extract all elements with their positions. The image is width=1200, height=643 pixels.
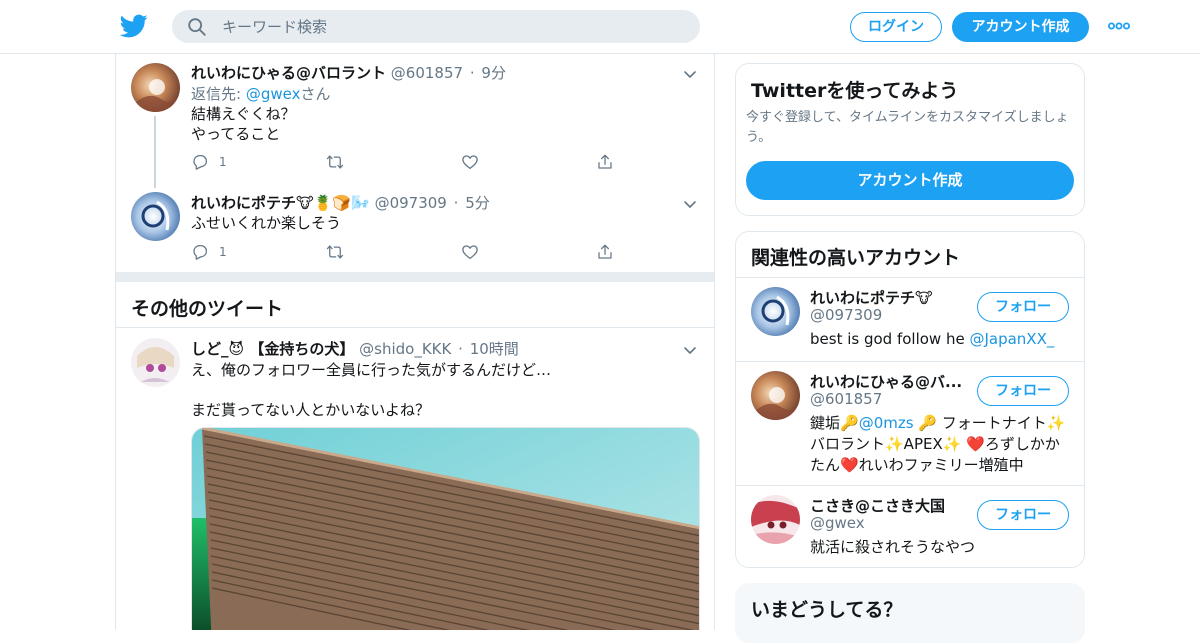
separator-dot: · [453,194,459,212]
chevron-down-icon[interactable] [682,196,698,212]
bio-text: best is god follow he [810,330,970,348]
tweet-text: え、俺のフォロワー全員に行った気がするんだけど… まだ貰ってない人とかいないよね… [191,361,552,419]
search-input[interactable] [222,10,682,43]
more-dots-icon[interactable] [1108,18,1130,34]
reply-icon [193,244,208,260]
avatar[interactable] [131,192,180,241]
timestamp[interactable]: 9分 [481,64,506,82]
search-box [172,10,700,43]
tweet[interactable]: れいわにポテチ🐮🍍🍞🌬️ @097309 · 5分 ふせいくれか楽しそう 1 [116,184,714,272]
related-accounts-title: 関連性の高いアカウント [751,247,961,269]
tweet-text: 結構えぐくね？ やってること [191,105,296,143]
heart-icon [462,245,478,260]
account-bio: 就活に殺されそうなやつ [810,538,976,556]
signup-card: Twitterを使ってみよう 今すぐ登録して、タイムラインをカスタマイズしましょ… [735,63,1085,216]
username[interactable]: @shido_KKK [359,340,451,358]
display-name[interactable]: しど_😈 【金持ちの犬】 [191,340,354,358]
reply-action[interactable]: 1 [191,152,227,172]
like-action[interactable] [461,152,489,172]
tweet[interactable]: れいわにひゃる@バロラント @601857 · 9分 返信先: @gwexさん … [116,54,714,188]
account-name[interactable]: こさき@こさき大国 [810,495,970,516]
section-gap [116,272,714,282]
share-icon [598,154,612,169]
related-account[interactable]: れいわにポテチ🐮 @097309 フォロー best is god follow… [736,277,1084,361]
retweet-icon [326,245,344,259]
reply-mention-link[interactable]: @gwex [246,85,301,103]
username[interactable]: @601857 [391,64,463,82]
reply-context: 返信先: @gwexさん [191,83,330,104]
avatar[interactable] [751,287,800,336]
login-button[interactable]: ログイン [850,12,942,42]
chevron-down-icon[interactable] [682,66,698,82]
retweet-icon [326,155,344,169]
thread-connector [154,116,156,188]
separator-dot: · [458,340,463,358]
account-handle[interactable]: @097309 [810,306,882,324]
account-bio: 鍵垢🔑@0mzs 🔑 フォートナイト✨バロラント✨APEX✨ ❤️ろずしかかたん… [810,413,1072,476]
signup-card-subtitle: 今すぐ登録して、タイムラインをカスタマイズしましょう。 [746,110,1069,145]
bio-mention-link[interactable]: @JapanXX_ [969,330,1054,348]
trends-title: いまどうしてる？ [751,599,903,621]
avatar[interactable] [751,495,800,544]
follow-button[interactable]: フォロー [977,376,1069,406]
related-account[interactable]: こさき@こさき大国 @gwex フォロー 就活に殺されそうなやつ [736,485,1084,567]
display-name[interactable]: れいわにポテチ🐮🍍🍞🌬️ [191,194,370,212]
tweet-actions: 1 [191,152,621,172]
create-account-button[interactable]: アカウント作成 [746,161,1074,200]
tweet-header: れいわにひゃる@バロラント @601857 · 9分 [191,62,506,83]
reply-prefix: 返信先: [191,85,246,103]
separator-dot: · [469,64,475,82]
search-icon [188,18,206,36]
reply-count: 1 [219,245,227,259]
reply-action[interactable]: 1 [191,242,227,262]
heart-icon [462,155,478,170]
timestamp[interactable]: 5分 [465,194,490,212]
twitter-bird-icon[interactable] [120,12,148,40]
account-bio: best is god follow he @JapanXX_ [810,329,1072,350]
reply-suffix: さん [300,85,331,103]
tweet-text: ふせいくれか楽しそう [191,214,342,232]
share-action[interactable] [596,242,624,262]
bio-mention-link[interactable]: @0mzs [859,414,914,432]
tweet-header: しど_😈 【金持ちの犬】 @shido_KKK · 10時間 [191,338,519,359]
follow-button[interactable]: フォロー [977,292,1069,322]
tweet[interactable]: しど_😈 【金持ちの犬】 @shido_KKK · 10時間 え、俺のフォロワー… [116,328,714,630]
top-navigation-bar: ログイン アカウント作成 [0,0,1200,54]
signup-card-title: Twitterを使ってみよう [751,80,959,102]
avatar[interactable] [131,338,180,387]
avatar[interactable] [751,371,800,420]
display-name[interactable]: れいわにひゃる@バロラント [191,64,386,82]
related-accounts-card: 関連性の高いアカウント れいわにポテチ🐮 @097309 フォロー best i… [735,231,1085,568]
tweet-photo[interactable] [191,427,700,630]
retweet-action[interactable] [326,242,354,262]
more-tweets-heading: その他のツイート [131,298,284,320]
timestamp[interactable]: 10時間 [470,340,519,358]
share-action[interactable] [596,152,624,172]
account-handle[interactable]: @gwex [810,514,865,532]
reply-count: 1 [219,155,227,169]
trends-card: いまどうしてる？ [735,583,1085,643]
timeline-column: れいわにひゃる@バロラント @601857 · 9分 返信先: @gwexさん … [115,54,715,630]
tweet-header: れいわにポテチ🐮🍍🍞🌬️ @097309 · 5分 [191,192,490,213]
tweet-actions: 1 [191,242,621,262]
account-name[interactable]: れいわにひゃる@バ... [810,371,970,392]
bio-text: 鍵垢🔑 [810,414,859,432]
reply-icon [193,154,208,170]
signup-button[interactable]: アカウント作成 [952,12,1089,42]
username[interactable]: @097309 [375,194,447,212]
chevron-down-icon[interactable] [682,342,698,358]
account-name[interactable]: れいわにポテチ🐮 [810,287,970,308]
avatar[interactable] [131,63,180,112]
share-icon [598,244,612,259]
like-action[interactable] [461,242,489,262]
retweet-action[interactable] [326,152,354,172]
related-account[interactable]: れいわにひゃる@バ... @601857 フォロー 鍵垢🔑@0mzs 🔑 フォー… [736,361,1084,485]
follow-button[interactable]: フォロー [977,500,1069,530]
account-handle[interactable]: @601857 [810,390,882,408]
